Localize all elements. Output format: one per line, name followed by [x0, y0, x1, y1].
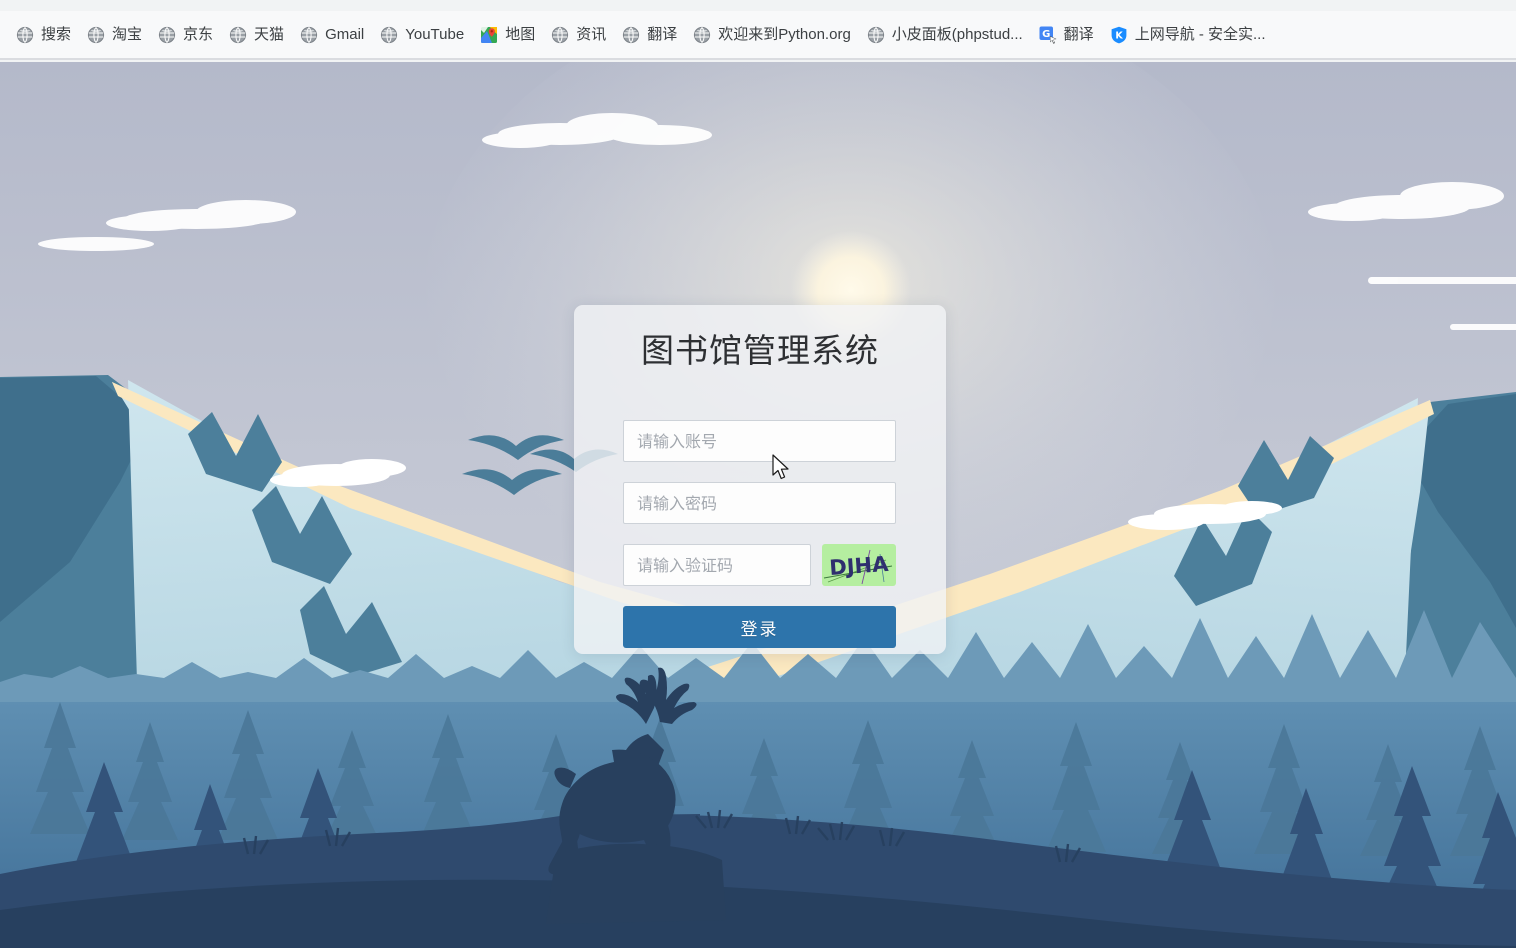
bookmark-label: 资讯: [576, 25, 607, 43]
bookmark-label: 淘宝: [112, 25, 143, 43]
bookmark-item[interactable]: Gmail: [292, 20, 372, 50]
chrome-divider: [0, 58, 1516, 62]
globe-icon: [381, 26, 398, 43]
bookmark-item[interactable]: YouTube: [372, 20, 472, 50]
password-input[interactable]: [623, 482, 896, 524]
page-title: 图书馆管理系统: [641, 331, 879, 370]
google-maps-icon: [481, 26, 498, 43]
captcha-image[interactable]: DJHA: [822, 544, 896, 586]
globe-icon: [16, 26, 34, 43]
bookmark-label: 翻译: [1063, 25, 1094, 43]
globe-icon: [87, 26, 105, 43]
bookmark-label: 上网导航 - 安全实...: [1134, 25, 1266, 43]
globe-icon: [623, 26, 640, 43]
globe-icon: [867, 26, 884, 43]
bookmark-label: 搜索: [41, 25, 72, 43]
globe-icon: [694, 26, 711, 43]
bookmark-item[interactable]: 小皮面板(phpstud...: [859, 20, 1031, 50]
bookmark-label: 地图: [505, 25, 536, 43]
bookmark-item[interactable]: K 上网导航 - 安全实...: [1102, 20, 1274, 50]
browser-chrome: 搜索 淘宝 京东 天猫 Gmail YouTube 地图 资讯 翻译 欢迎来到Python.org…: [0, 0, 1516, 62]
kingsoft-shield-icon: K: [1111, 26, 1127, 43]
bookmark-label: 小皮面板(phpstud...: [891, 25, 1023, 43]
globe-icon: [300, 26, 318, 43]
bookmarks-bar: 搜索 淘宝 京东 天猫 Gmail YouTube 地图 资讯 翻译 欢迎来到Python.org…: [0, 11, 1516, 58]
svg-text:G: G: [1042, 29, 1050, 40]
captcha-text: DJHA: [829, 552, 890, 580]
bookmark-label: YouTube: [405, 25, 465, 43]
account-input[interactable]: [623, 420, 896, 462]
bookmark-label: 京东: [183, 25, 214, 43]
bookmark-label: 翻译: [647, 25, 678, 43]
globe-icon: [229, 26, 247, 43]
bookmark-label: 欢迎来到Python.org: [718, 25, 851, 43]
page-viewport: 图书馆管理系统 DJHA 登录: [0, 62, 1516, 948]
omnibox-row-clipped: [0, 0, 1516, 11]
login-card: 图书馆管理系统 DJHA 登录: [574, 305, 946, 654]
login-button[interactable]: 登录: [623, 606, 896, 648]
globe-icon: [552, 26, 569, 43]
bookmark-item[interactable]: 资讯: [543, 20, 614, 50]
google-translate-icon: G: [1039, 26, 1057, 44]
bookmark-item[interactable]: G 翻译: [1031, 20, 1102, 50]
bookmark-item[interactable]: 搜索: [8, 20, 79, 50]
globe-icon: [158, 26, 176, 43]
bookmark-label: 天猫: [254, 25, 285, 43]
captcha-input[interactable]: [623, 544, 811, 586]
bookmark-item[interactable]: 淘宝: [79, 20, 150, 50]
bookmark-item[interactable]: 欢迎来到Python.org: [685, 20, 859, 50]
bookmark-label: Gmail: [325, 25, 365, 43]
bookmark-item[interactable]: 天猫: [221, 20, 292, 50]
bookmark-item[interactable]: 地图: [472, 20, 543, 50]
bookmark-item[interactable]: 翻译: [614, 20, 685, 50]
svg-text:K: K: [1115, 30, 1123, 41]
bookmark-item[interactable]: 京东: [150, 20, 221, 50]
